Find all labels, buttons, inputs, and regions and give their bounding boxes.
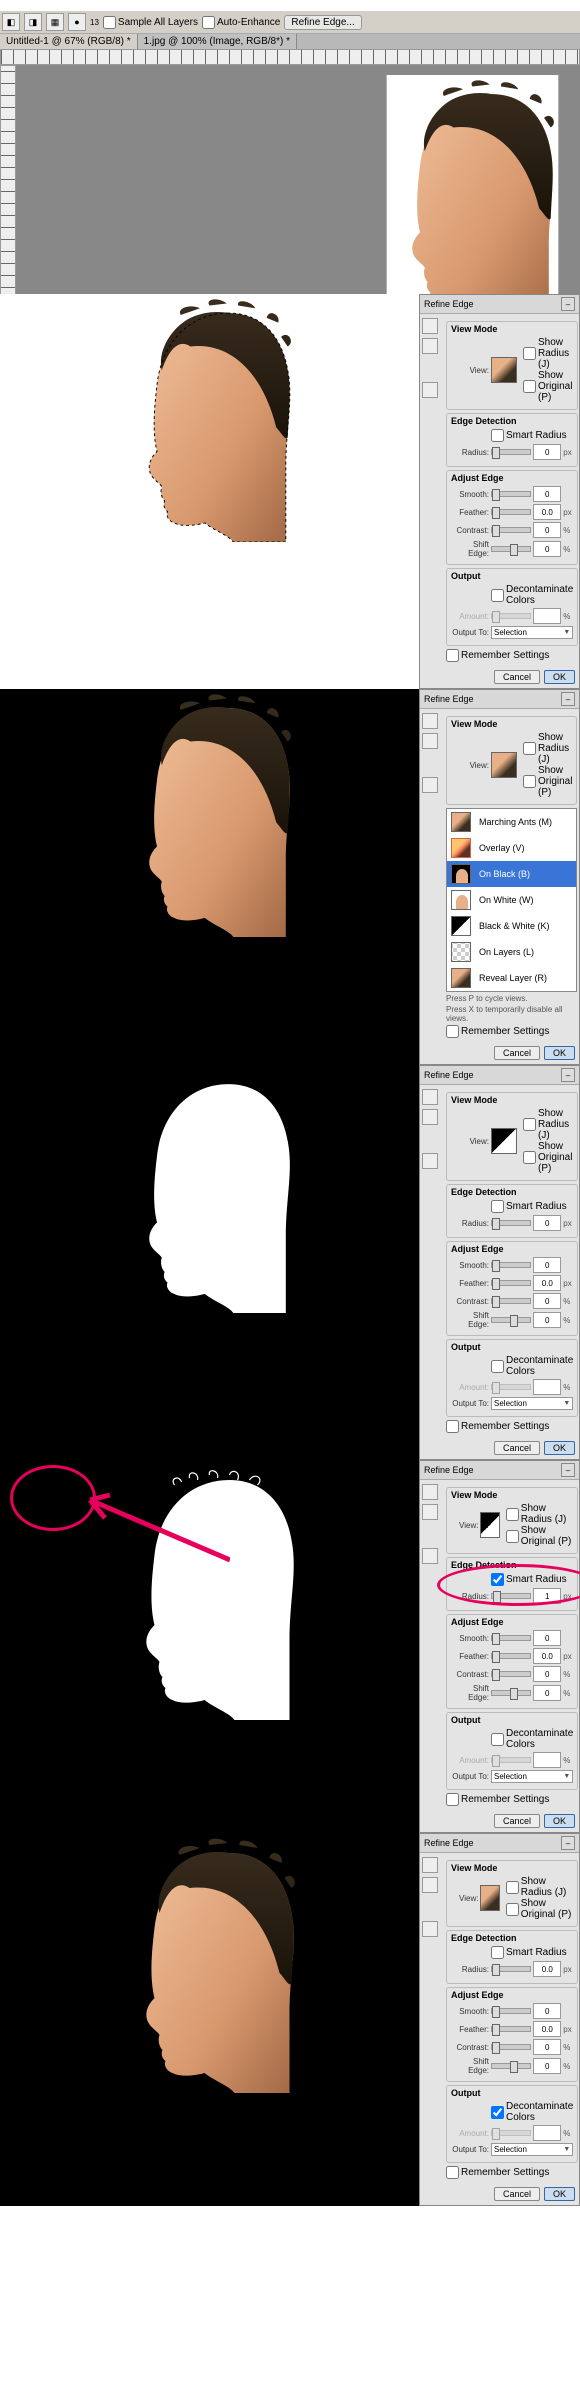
smart-radius-checkbox[interactable]: Smart Radius [491, 429, 573, 442]
preview-image [0, 689, 419, 937]
smart-radius-checkbox[interactable]: Smart Radius [491, 1200, 573, 1213]
close-icon[interactable]: – [561, 692, 575, 706]
ruler-horizontal [0, 49, 580, 65]
canvas-image [365, 75, 580, 323]
panel-title: Refine Edge [424, 694, 474, 704]
brush-tool-icon[interactable] [422, 1153, 438, 1169]
shift-slider[interactable] [491, 546, 531, 552]
feather-input[interactable] [533, 504, 561, 520]
view-mode-menu: Marching Ants (M) Overlay (V) On Black (… [446, 808, 577, 992]
document-tab[interactable]: Untitled-1 @ 67% (RGB/8) * [0, 34, 138, 49]
hand-icon[interactable] [422, 733, 438, 749]
close-icon[interactable]: – [561, 1836, 575, 1850]
refine-edge-button[interactable]: Refine Edge... [284, 15, 361, 30]
close-icon[interactable]: – [561, 297, 575, 311]
smooth-input[interactable] [533, 486, 561, 502]
auto-enhance-checkbox[interactable]: Auto-Enhance [202, 16, 280, 29]
close-icon[interactable]: – [561, 1068, 575, 1082]
show-original-checkbox[interactable]: Show Original (P) [523, 370, 573, 403]
brush-tool-icon[interactable] [422, 777, 438, 793]
brush-tool-icon[interactable] [422, 382, 438, 398]
menu-item-overlay[interactable]: Overlay (V) [447, 835, 576, 861]
zoom-icon[interactable] [422, 1089, 438, 1105]
view-thumb[interactable] [491, 1128, 517, 1154]
show-radius-checkbox[interactable]: Show Radius (J) [523, 732, 572, 765]
brush-size: 13 [90, 18, 99, 27]
document-tab[interactable]: 1.jpg @ 100% (Image, RGB/8*) * [138, 34, 297, 49]
tool-icon[interactable]: ▦ [46, 13, 64, 31]
menu-item-on-white[interactable]: On White (W) [447, 887, 576, 913]
cancel-button[interactable]: Cancel [494, 1441, 540, 1455]
hand-icon[interactable] [422, 338, 438, 354]
remember-checkbox[interactable]: Remember Settings [446, 649, 578, 662]
annotation-circle [10, 1465, 96, 1531]
amount-input [533, 608, 561, 624]
close-icon[interactable]: – [561, 1463, 575, 1477]
brush-icon[interactable]: ● [68, 13, 86, 31]
output-to-dropdown[interactable]: Selection▼ [491, 626, 573, 639]
show-radius-checkbox[interactable]: Show Radius (J) [523, 337, 573, 370]
ok-button[interactable]: OK [544, 670, 575, 684]
shift-input[interactable] [533, 541, 561, 557]
menu-item-marching[interactable]: Marching Ants (M) [447, 809, 576, 835]
ruler-vertical [0, 65, 16, 313]
tool-icon[interactable]: ◨ [24, 13, 42, 31]
zoom-icon[interactable] [422, 713, 438, 729]
decontaminate-checkbox[interactable]: Decontaminate Colors [491, 2101, 573, 2123]
output-to-dropdown[interactable]: Selection▼ [491, 1397, 573, 1410]
cancel-button[interactable]: Cancel [494, 670, 540, 684]
panel-title: Refine Edge [424, 299, 474, 309]
contrast-input[interactable] [533, 522, 561, 538]
radius-slider[interactable] [491, 449, 531, 455]
menu-item-reveal[interactable]: Reveal Layer (R) [447, 965, 576, 991]
panel-title: Refine Edge [424, 1070, 474, 1080]
zoom-icon[interactable] [422, 318, 438, 334]
menu-item-on-black[interactable]: On Black (B) [447, 861, 576, 887]
view-thumb[interactable] [491, 357, 517, 383]
preview-image [0, 294, 419, 542]
cancel-button[interactable]: Cancel [494, 2187, 540, 2201]
radius-input[interactable] [533, 444, 561, 460]
ok-button[interactable]: OK [544, 2187, 575, 2201]
ok-button[interactable]: OK [544, 1441, 575, 1455]
preview-image [0, 1833, 419, 2093]
ok-button[interactable]: OK [544, 1046, 575, 1060]
decontaminate-checkbox[interactable]: Decontaminate Colors [491, 584, 573, 606]
ok-button[interactable]: OK [544, 1814, 575, 1828]
feather-slider[interactable] [491, 509, 531, 515]
remember-checkbox[interactable]: Remember Settings [446, 1025, 577, 1038]
cancel-button[interactable]: Cancel [494, 1046, 540, 1060]
menu-item-bw[interactable]: Black & White (K) [447, 913, 576, 939]
tool-icon[interactable]: ◧ [2, 13, 20, 31]
contrast-slider[interactable] [491, 527, 531, 533]
amount-slider [491, 613, 531, 619]
menu-item-on-layers[interactable]: On Layers (L) [447, 939, 576, 965]
show-original-checkbox[interactable]: Show Original (P) [523, 765, 572, 798]
sample-all-layers-checkbox[interactable]: Sample All Layers [103, 16, 198, 29]
smooth-slider[interactable] [491, 491, 531, 497]
hand-icon[interactable] [422, 1109, 438, 1125]
cancel-button[interactable]: Cancel [494, 1814, 540, 1828]
view-thumb[interactable] [491, 752, 517, 778]
preview-image [0, 1065, 419, 1313]
